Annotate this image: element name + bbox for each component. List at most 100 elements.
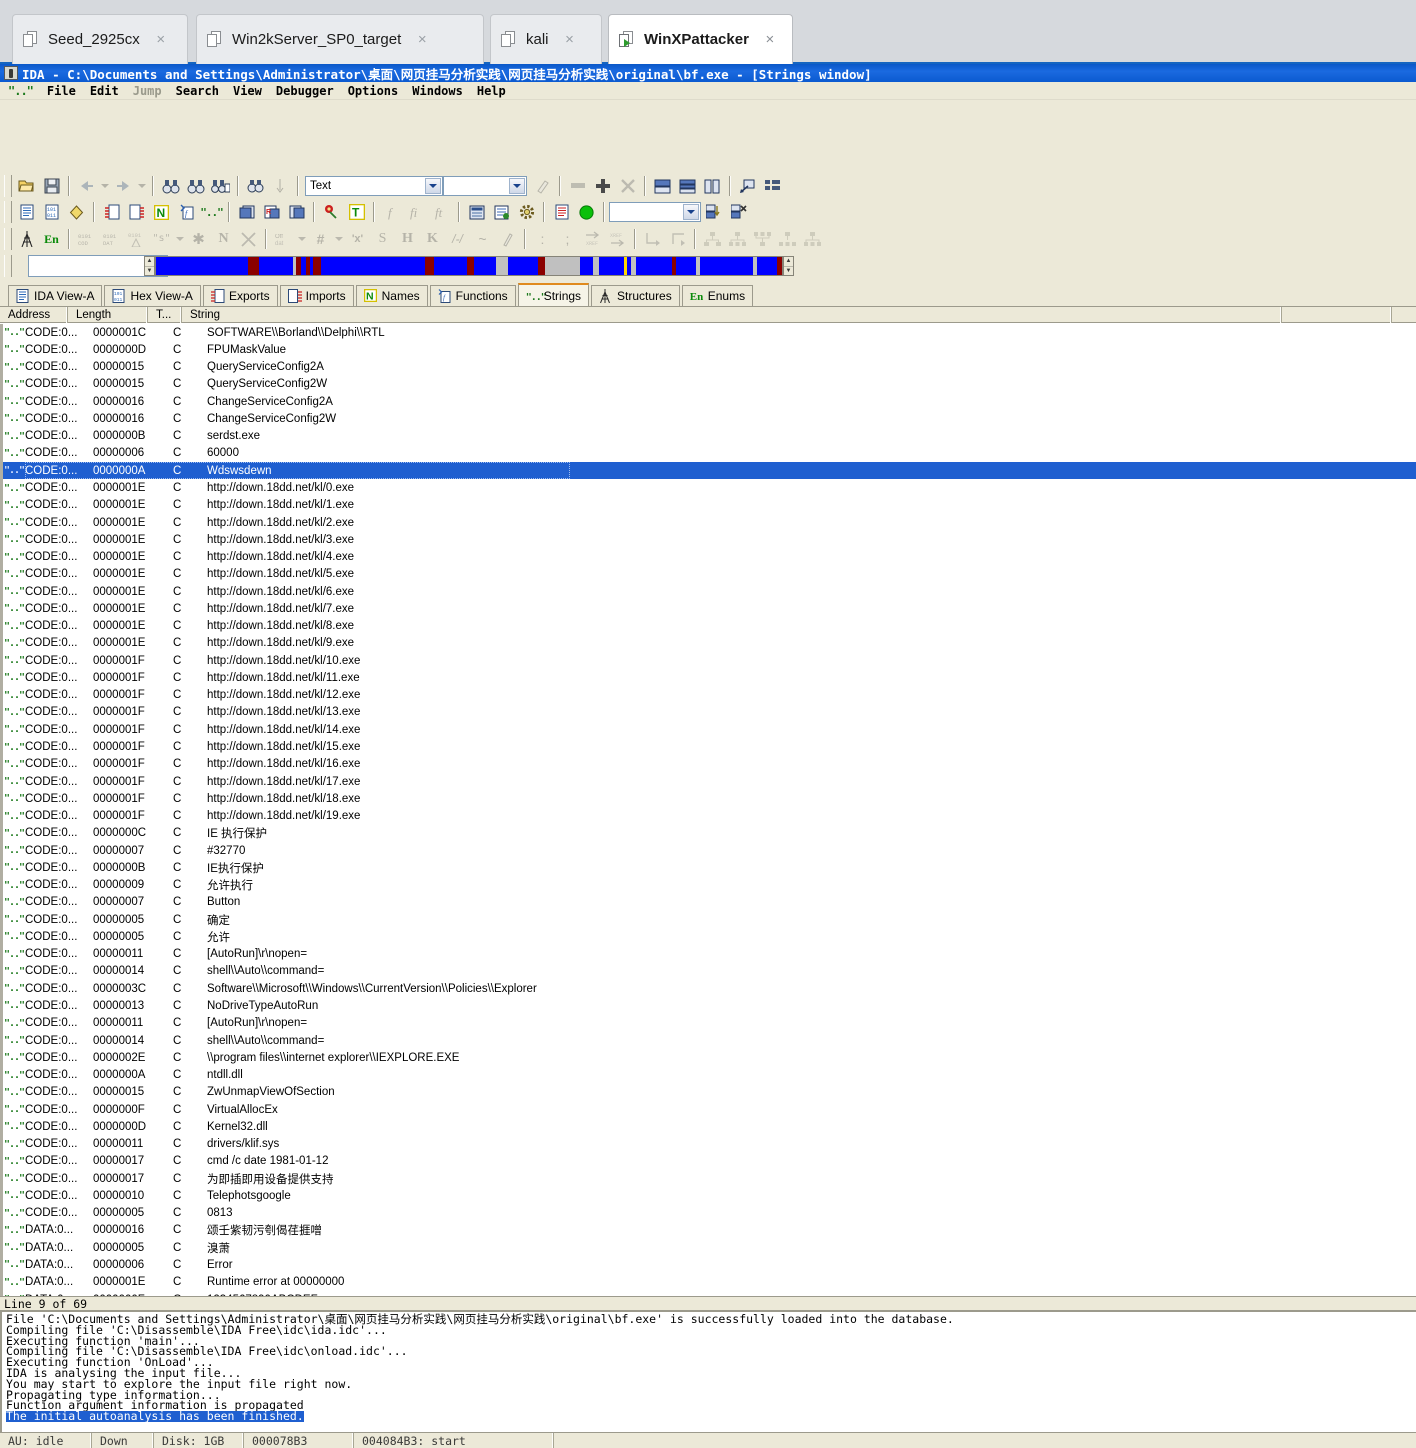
view-tab-enums[interactable]: EnEnums [682, 285, 753, 306]
functions-icon[interactable]: f [175, 201, 198, 223]
segments-icon[interactable] [235, 201, 258, 223]
navband-zoom-in-button[interactable]: ▲ ▼ [783, 256, 794, 276]
toolbar-grip[interactable] [4, 175, 12, 197]
table-row[interactable]: ".."CODE:0...00000017C为即插即用设备提供支持 [3, 1170, 1416, 1187]
make-code-icon[interactable]: 0101COD [75, 228, 98, 250]
table-row[interactable]: ".."CODE:0...00000011Cdrivers/klif.sys [3, 1135, 1416, 1152]
graph-callees-icon[interactable] [751, 228, 774, 250]
graph-xrefs-from-icon[interactable] [776, 228, 799, 250]
toggle-offset-icon[interactable]: Offdat [272, 228, 295, 250]
navband-zoom-out-down[interactable]: ▼ [145, 267, 154, 276]
open-file-icon[interactable] [15, 175, 38, 197]
table-row[interactable]: ".."CODE:0...0000001EChttp://down.18dd.n… [3, 497, 1416, 514]
navband-zoom-in-up[interactable]: ▲ [784, 257, 793, 267]
table-row[interactable]: ".."CODE:0...00000006C60000 [3, 445, 1416, 462]
table-row[interactable]: ".."CODE:0...00000015CZwUnmapViewOfSecti… [3, 1084, 1416, 1101]
table-row[interactable]: ".."CODE:0...00000014Cshell\\Auto\\comma… [3, 1032, 1416, 1049]
table-row[interactable]: ".."CODE:0...0000001EChttp://down.18dd.n… [3, 514, 1416, 531]
imports-icon[interactable] [125, 201, 148, 223]
search-binoculars-icon[interactable] [159, 175, 182, 197]
table-row[interactable]: ".."CODE:0...0000001EChttp://down.18dd.n… [3, 531, 1416, 548]
navigation-band[interactable] [155, 256, 783, 276]
hex-format-icon[interactable]: H [396, 228, 419, 250]
table-row[interactable]: ".."CODE:0...0000001FChttp://down.18dd.n… [3, 773, 1416, 790]
table-row[interactable]: ".."CODE:0...0000001EChttp://down.18dd.n… [3, 583, 1416, 600]
detach-process-icon[interactable] [727, 201, 750, 223]
undefine-icon[interactable] [237, 228, 260, 250]
scripts-icon[interactable] [490, 201, 513, 223]
tile-vertical-icon[interactable] [701, 175, 724, 197]
strings-list-body[interactable]: ".."CODE:0...0000001CCSOFTWARE\\Borland\… [0, 324, 1416, 1296]
remove-icon[interactable] [566, 175, 589, 197]
table-row[interactable]: ".."DATA:0...0000001ECRuntime error at 0… [3, 1274, 1416, 1291]
table-row[interactable]: ".."DATA:0...00000005C溴萧 [3, 1239, 1416, 1256]
view-tab-structures[interactable]: Structures [591, 285, 680, 306]
char-format-icon[interactable]: 'x' [346, 228, 369, 250]
chevron-down-icon[interactable] [683, 204, 699, 220]
search-again-icon[interactable] [184, 175, 207, 197]
structure-tower-icon[interactable] [15, 228, 38, 250]
graph-flowchart-icon[interactable] [701, 228, 724, 250]
type-libraries-icon[interactable] [285, 201, 308, 223]
table-row[interactable]: ".."CODE:0...0000001FChttp://down.18dd.n… [3, 704, 1416, 721]
table-row[interactable]: ".."CODE:0...00000007CButton [3, 894, 1416, 911]
eraser-icon[interactable] [531, 175, 554, 197]
signed-icon[interactable]: S [371, 228, 394, 250]
close-icon[interactable]: × [561, 31, 579, 48]
toggle-offset-dropdown-icon[interactable] [297, 228, 307, 250]
table-row[interactable]: ".."CODE:0...0000000ACntdll.dll [3, 1066, 1416, 1083]
jump-down-icon[interactable] [269, 175, 292, 197]
table-row[interactable]: ".."CODE:0...0000001FChttp://down.18dd.n… [3, 807, 1416, 824]
toolbar-grip[interactable] [4, 228, 12, 250]
nav-forward-icon[interactable] [112, 175, 135, 197]
table-row[interactable]: ".."CODE:0...00000009C允许执行 [3, 877, 1416, 894]
table-row[interactable]: ".."CODE:0...0000001FChttp://down.18dd.n… [3, 756, 1416, 773]
output-window-icon[interactable] [550, 201, 573, 223]
options-gear-icon[interactable] [515, 201, 538, 223]
table-row[interactable]: ".."CODE:0...00000011C[AutoRun]\r\nopen= [3, 1015, 1416, 1032]
output-window[interactable]: File 'C:\Documents and Settings\Administ… [0, 1310, 1416, 1432]
names-icon[interactable]: N [150, 201, 173, 223]
chevron-down-icon[interactable] [509, 178, 525, 194]
vm-tab-seed-2925cx[interactable]: Seed_2925cx× [12, 14, 188, 64]
make-struct-icon[interactable]: 0101 [125, 228, 148, 250]
table-row[interactable]: ".."CODE:0...0000001FChttp://down.18dd.n… [3, 669, 1416, 686]
table-row[interactable]: ".."CODE:0...0000001EChttp://down.18dd.n… [3, 479, 1416, 496]
function-fn-icon[interactable]: fi [405, 201, 428, 223]
chevron-down-icon[interactable] [425, 178, 441, 194]
table-row[interactable]: ".."CODE:0...0000000BCIE执行保护 [3, 859, 1416, 876]
run-green-icon[interactable] [575, 201, 598, 223]
column-header-string[interactable]: String [182, 307, 1282, 323]
jump-to-xref-icon[interactable]: XREF [581, 228, 604, 250]
table-row[interactable]: ".."CODE:0...00000007C#32770 [3, 842, 1416, 859]
vm-tab-kali[interactable]: kali× [490, 14, 602, 64]
delete-icon[interactable] [616, 175, 639, 197]
menu-item-windows[interactable]: Windows [405, 84, 470, 98]
table-row[interactable]: ".."CODE:0...00000005C0813 [3, 1205, 1416, 1222]
jump-to-xref-alt-icon[interactable]: XREF [606, 228, 629, 250]
nav-back-icon[interactable] [75, 175, 98, 197]
debugger-select-combo[interactable] [609, 202, 701, 222]
close-icon[interactable]: × [413, 31, 431, 48]
table-row[interactable]: ".."CODE:0...0000001FChttp://down.18dd.n… [3, 721, 1416, 738]
menu-item-options[interactable]: Options [341, 84, 406, 98]
navband-zoom-out-button[interactable]: ▲ ▼ [144, 256, 155, 276]
table-row[interactable]: ".."CODE:0...0000001EChttp://down.18dd.n… [3, 548, 1416, 565]
edit-pencil-icon[interactable] [496, 228, 519, 250]
bitwise-negate-icon[interactable]: ~ [471, 228, 494, 250]
view-tab-hex-view-a[interactable]: 101011Hex View-A [104, 285, 200, 306]
table-row[interactable]: ".."CODE:0...00000010CTelephotsgoogle [3, 1187, 1416, 1204]
navband-zoom-in-down[interactable]: ▼ [784, 267, 793, 276]
table-row[interactable]: ".."CODE:0...00000015CQueryServiceConfig… [3, 376, 1416, 393]
make-array-icon[interactable]: ✱ [187, 228, 210, 250]
menu-item-jump[interactable]: Jump [126, 84, 169, 98]
graph-flower-icon[interactable] [320, 201, 343, 223]
table-row[interactable]: ".."CODE:0...0000001FChttp://down.18dd.n… [3, 652, 1416, 669]
table-row[interactable]: ".."CODE:0...0000002EC\\program files\\i… [3, 1049, 1416, 1066]
search-type-combo[interactable]: Text [305, 176, 443, 196]
vm-tab-win2kserver-sp0-target[interactable]: Win2kServer_SP0_target× [196, 14, 484, 64]
toolbar-grip[interactable] [4, 201, 12, 223]
search-text-icon[interactable] [244, 175, 267, 197]
make-string-dropdown-icon[interactable] [175, 228, 185, 250]
save-file-icon[interactable] [40, 175, 63, 197]
